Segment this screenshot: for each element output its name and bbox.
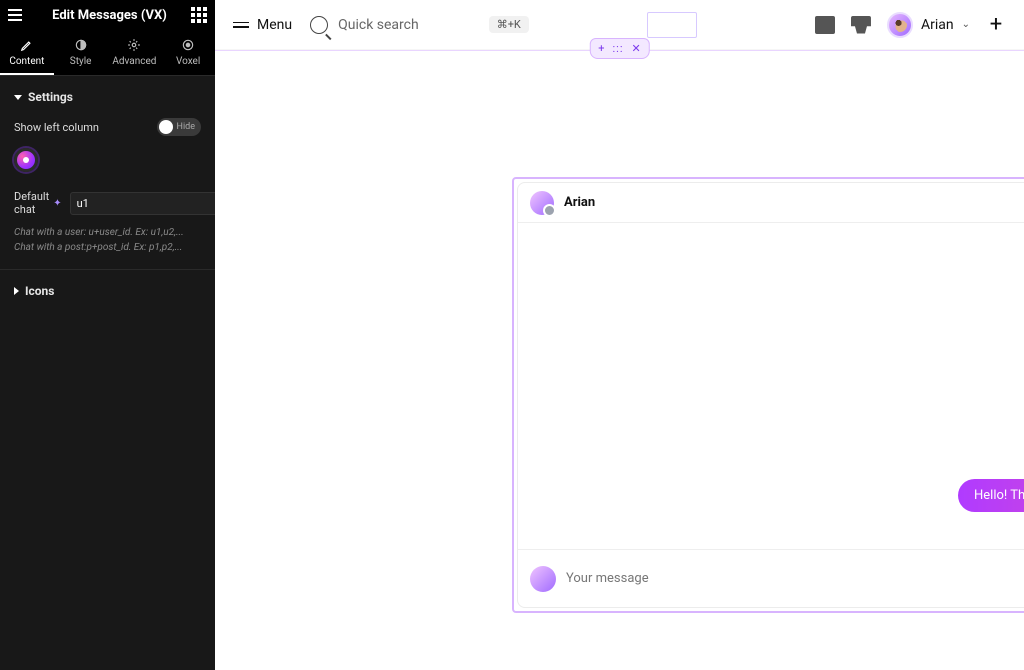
section-close-icon[interactable]: ✕ [632, 42, 641, 55]
toggle-text: Hide [177, 122, 195, 132]
quick-search[interactable]: Quick search ⌘+K [310, 16, 529, 34]
default-chat-label: Default chat ✦ [14, 190, 62, 216]
caret-right-icon [14, 287, 19, 295]
tab-voxel[interactable]: Voxel [161, 30, 215, 75]
default-chat-input[interactable] [70, 192, 224, 215]
chat-body: Hello! Thank for created Voxel theme Tod… [518, 223, 1024, 549]
composer-avatar [530, 566, 556, 592]
sidebar-body: Settings Show left column Hide Default c… [0, 76, 215, 312]
dynamic-tag-icon[interactable]: ✦ [53, 198, 61, 209]
topbar-left: Menu Quick search ⌘+K [233, 16, 529, 34]
menu-icon [233, 22, 249, 28]
pencil-icon [20, 38, 34, 52]
sidebar-topbar: Edit Messages (VX) [0, 0, 215, 30]
menu-button[interactable]: Menu [233, 17, 292, 33]
chat-header: Arian [518, 183, 1024, 223]
section-handle[interactable]: + ::: ✕ [589, 38, 649, 59]
chat-header-name: Arian [564, 195, 595, 210]
user-menu[interactable]: Arian ⌄ [887, 12, 970, 38]
topbar-center [547, 12, 797, 38]
message-bubble-outgoing: Hello! Thank for created Voxel theme [958, 479, 1024, 512]
default-chat-help: Chat with a user: u+user_id. Ex: u1,u2,.… [14, 226, 201, 255]
search-placeholder: Quick search [338, 17, 419, 33]
settings-section-header[interactable]: Settings [14, 90, 201, 104]
user-name: Arian [921, 17, 954, 33]
caret-down-icon [14, 95, 22, 100]
apps-grid-icon[interactable] [191, 7, 207, 23]
tab-style[interactable]: Style [54, 30, 108, 75]
inbox-icon[interactable] [851, 16, 871, 34]
search-icon [310, 16, 328, 34]
avatar [887, 12, 913, 38]
chevron-down-icon: ⌄ [962, 19, 970, 30]
show-left-column-row: Show left column Hide [14, 118, 201, 136]
preview-canvas: Menu Quick search ⌘+K Arian ⌄ + + ::: ✕ [215, 0, 1024, 670]
selected-placeholder-box[interactable] [647, 12, 697, 38]
section-add-icon[interactable]: + [598, 42, 604, 55]
composer-placeholder[interactable]: Your message [566, 571, 1024, 586]
show-left-column-toggle[interactable]: Hide [157, 118, 201, 136]
editor-sidebar: Edit Messages (VX) Content Style Advance… [0, 0, 215, 670]
toggle-knob [159, 120, 173, 134]
message-group: Hello! Thank for created Voxel theme Tod… [958, 479, 1024, 531]
target-icon [181, 38, 195, 52]
default-chat-row: Default chat ✦ [14, 190, 201, 216]
chat-header-avatar[interactable] [530, 191, 554, 215]
section-drag-icon[interactable]: ::: [613, 42, 624, 55]
show-left-column-label: Show left column [14, 121, 99, 134]
contrast-icon [74, 38, 88, 52]
chat-composer: Your message [518, 549, 1024, 607]
section-divider [0, 269, 215, 270]
sidebar-title: Edit Messages (VX) [28, 8, 191, 23]
add-button[interactable]: + [986, 15, 1006, 35]
messages-widget: Arian Hello! Thank for created Voxel the… [517, 182, 1024, 608]
icons-section-header[interactable]: Icons [14, 284, 201, 298]
search-shortcut: ⌘+K [489, 16, 529, 33]
sidebar-tabs: Content Style Advanced Voxel [0, 30, 215, 76]
gear-icon [127, 38, 141, 52]
widget-selection-outline[interactable]: Arian Hello! Thank for created Voxel the… [512, 177, 1024, 613]
message-timestamp: Today at 5:37 pm [958, 518, 1024, 531]
image-upload-icon[interactable] [815, 16, 835, 34]
tab-content[interactable]: Content [0, 30, 54, 75]
accent-color-picker[interactable] [14, 148, 38, 172]
topbar-right: Arian ⌄ + [815, 12, 1006, 38]
hamburger-icon[interactable] [8, 9, 28, 21]
tab-advanced[interactable]: Advanced [108, 30, 162, 75]
